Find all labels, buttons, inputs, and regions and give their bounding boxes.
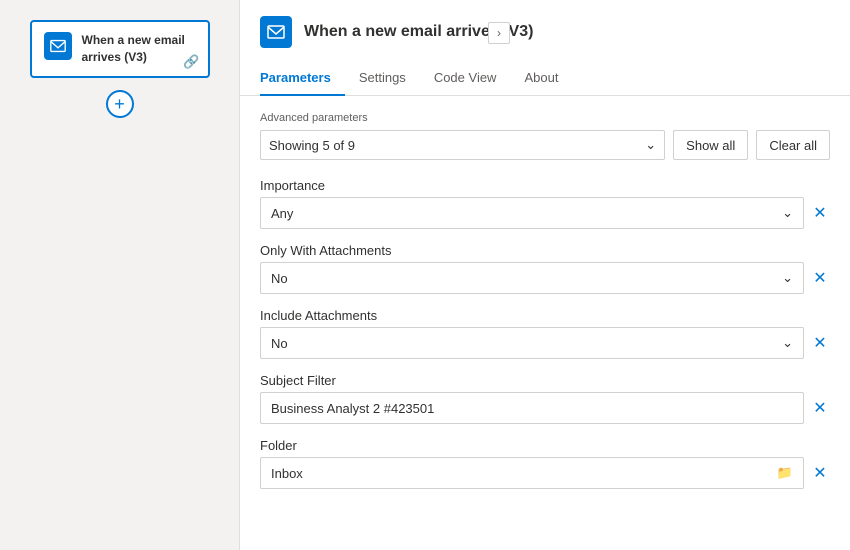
subject-filter-input[interactable] (260, 392, 804, 424)
advanced-params-dropdown[interactable]: Showing 5 of 9 ⌄ (260, 130, 665, 160)
tabs-bar: Parameters Settings Code View About (240, 56, 850, 96)
panel-header: When a new email arrives (V3) (240, 0, 850, 48)
param-row-subject-filter: ✕ (260, 392, 830, 424)
sidebar: When a new email arrives (V3) 🔗 + (0, 0, 240, 550)
tab-settings[interactable]: Settings (345, 64, 420, 95)
param-row-only-with-attachments: No ⌄ ✕ (260, 262, 830, 294)
advanced-params-label: Advanced parameters (260, 112, 830, 124)
importance-dropdown[interactable]: Any ⌄ (260, 197, 804, 229)
tab-code-view[interactable]: Code View (420, 64, 511, 95)
only-with-attachments-remove-button[interactable]: ✕ (810, 268, 830, 288)
advanced-params-row: Showing 5 of 9 ⌄ Show all Clear all (260, 130, 830, 160)
param-row-importance: Any ⌄ ✕ (260, 197, 830, 229)
importance-value: Any (271, 206, 293, 221)
folder-browse-icon[interactable]: 📁 (777, 465, 793, 481)
folder-input[interactable]: Inbox 📁 (260, 457, 804, 489)
main-panel: When a new email arrives (V3) Parameters… (240, 0, 850, 550)
param-group-folder: Folder Inbox 📁 ✕ (260, 438, 830, 489)
tab-parameters[interactable]: Parameters (260, 64, 345, 95)
parameters-content: Advanced parameters Showing 5 of 9 ⌄ Sho… (240, 96, 850, 550)
param-label-importance: Importance (260, 178, 830, 193)
chevron-down-icon: ⌄ (782, 205, 793, 221)
panel-header-icon (260, 16, 292, 48)
param-group-only-with-attachments: Only With Attachments No ⌄ ✕ (260, 243, 830, 294)
param-label-subject-filter: Subject Filter (260, 373, 830, 388)
chevron-down-icon: ⌄ (782, 335, 793, 351)
clear-all-button[interactable]: Clear all (756, 130, 830, 160)
chevron-down-icon: ⌄ (645, 137, 656, 153)
include-attachments-dropdown[interactable]: No ⌄ (260, 327, 804, 359)
show-all-button[interactable]: Show all (673, 130, 748, 160)
chevron-left-icon: › (497, 26, 501, 40)
trigger-label: When a new email arrives (V3) (82, 32, 196, 66)
param-label-folder: Folder (260, 438, 830, 453)
trigger-icon (44, 32, 72, 60)
only-with-attachments-value: No (271, 271, 288, 286)
folder-remove-button[interactable]: ✕ (810, 463, 830, 483)
collapse-sidebar-button[interactable]: › (488, 22, 510, 44)
param-row-folder: Inbox 📁 ✕ (260, 457, 830, 489)
tab-about[interactable]: About (510, 64, 572, 95)
link-icon: 🔗 (183, 54, 199, 70)
folder-value: Inbox (271, 466, 303, 481)
include-attachments-value: No (271, 336, 288, 351)
only-with-attachments-dropdown[interactable]: No ⌄ (260, 262, 804, 294)
include-attachments-remove-button[interactable]: ✕ (810, 333, 830, 353)
showing-text: Showing 5 of 9 (269, 138, 355, 153)
add-step-button[interactable]: + (106, 90, 134, 118)
importance-remove-button[interactable]: ✕ (810, 203, 830, 223)
trigger-card[interactable]: When a new email arrives (V3) 🔗 (30, 20, 210, 78)
chevron-down-icon: ⌄ (782, 270, 793, 286)
subject-filter-remove-button[interactable]: ✕ (810, 398, 830, 418)
param-label-include-attachments: Include Attachments (260, 308, 830, 323)
param-group-subject-filter: Subject Filter ✕ (260, 373, 830, 424)
param-label-only-with-attachments: Only With Attachments (260, 243, 830, 258)
param-row-include-attachments: No ⌄ ✕ (260, 327, 830, 359)
param-group-importance: Importance Any ⌄ ✕ (260, 178, 830, 229)
param-group-include-attachments: Include Attachments No ⌄ ✕ (260, 308, 830, 359)
